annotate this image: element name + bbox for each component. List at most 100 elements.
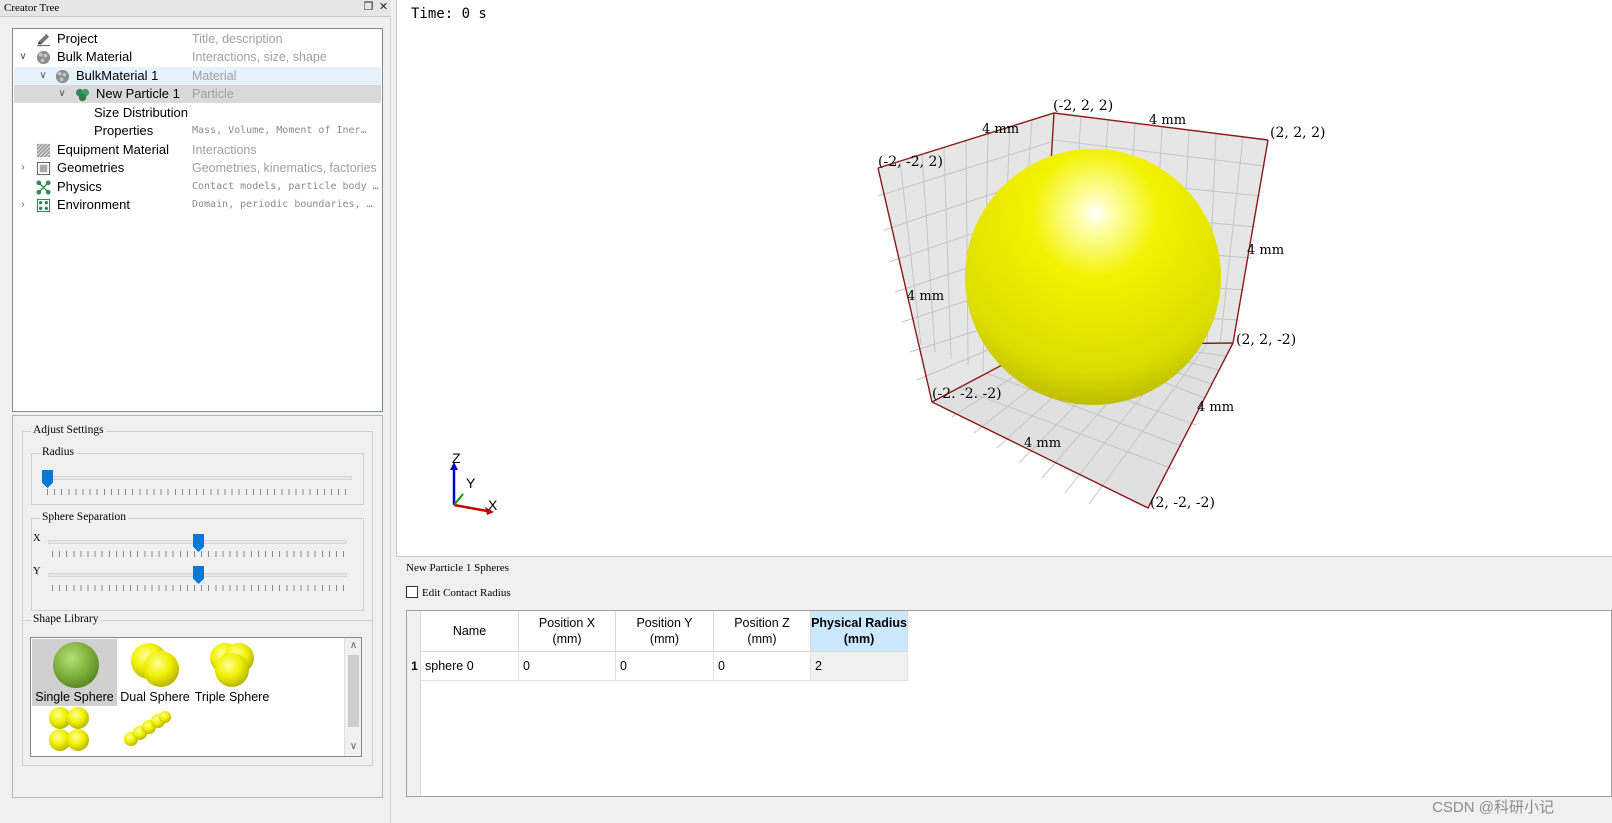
tree-label: New Particle 1 bbox=[96, 86, 180, 101]
tree-desc: Material bbox=[192, 69, 237, 83]
particle-sphere[interactable] bbox=[965, 149, 1221, 405]
row-header-column bbox=[407, 611, 421, 796]
cell-physical-radius[interactable]: 2 bbox=[811, 652, 908, 681]
header-text: Position Z (mm) bbox=[734, 616, 790, 646]
edit-contact-radius-label: Edit Contact Radius bbox=[422, 587, 511, 599]
shape-chain-sphere[interactable] bbox=[118, 706, 192, 756]
bulk-material-icon bbox=[36, 50, 51, 65]
checkbox-box[interactable] bbox=[406, 586, 418, 598]
shape-library-list: Single Sphere Dual Sphere Triple Sphere bbox=[30, 637, 362, 757]
particle-icon bbox=[75, 88, 90, 102]
watermark: CSDN @科研小记 bbox=[1432, 799, 1554, 816]
triple-sphere-icon bbox=[210, 643, 254, 687]
float-dock-button[interactable]: ❐ bbox=[362, 1, 375, 15]
quad-sphere-icon bbox=[49, 707, 89, 751]
scroll-down-icon[interactable]: ∨ bbox=[345, 739, 362, 755]
chevron-down-icon[interactable]: ∨ bbox=[17, 48, 29, 66]
column-header-position-x[interactable]: Position X (mm) bbox=[519, 611, 616, 652]
chevron-down-icon[interactable]: ∨ bbox=[37, 67, 49, 85]
header-text: Physical Radius (mm) bbox=[811, 616, 907, 646]
close-dock-button[interactable]: ✕ bbox=[377, 1, 390, 15]
cell-position-z[interactable]: 0 bbox=[714, 652, 811, 681]
shape-quad-sphere[interactable] bbox=[32, 706, 117, 756]
tree-desc: Geometries, kinematics, factories bbox=[192, 161, 377, 175]
equipment-icon bbox=[36, 143, 51, 158]
radius-group: Radius bbox=[31, 446, 364, 505]
scrollbar-thumb[interactable] bbox=[348, 655, 359, 727]
tree-label: Geometries bbox=[57, 160, 125, 175]
spheres-panel: New Particle 1 Spheres Edit Contact Radi… bbox=[396, 558, 1612, 823]
radius-slider-ticks bbox=[47, 489, 349, 495]
shape-list-scrollbar[interactable]: ∧ ∨ bbox=[344, 638, 361, 756]
environment-icon bbox=[36, 198, 51, 213]
shape-triple-sphere[interactable]: Triple Sphere bbox=[192, 639, 272, 706]
radius-slider-track bbox=[44, 476, 352, 480]
header-text: Name bbox=[452, 624, 487, 638]
tree-item-project[interactable]: Project Title, description bbox=[14, 30, 381, 48]
column-header-position-y[interactable]: Position Y (mm) bbox=[616, 611, 714, 652]
pencil-icon bbox=[36, 33, 51, 47]
dock-title-bar: Creator Tree ❐ ✕ bbox=[0, 0, 391, 17]
creator-tree: Project Title, description ∨ Bulk Materi… bbox=[12, 28, 383, 412]
tree-desc: Title, description bbox=[192, 32, 283, 46]
shape-library-title: Shape Library bbox=[31, 613, 101, 625]
triad-y-label: Y bbox=[466, 475, 476, 491]
tree-label: Properties bbox=[94, 123, 154, 138]
cell-position-x[interactable]: 0 bbox=[519, 652, 616, 681]
tree-label: Equipment Material bbox=[57, 142, 169, 157]
tree-desc: Domain, periodic boundaries, … bbox=[192, 199, 373, 210]
column-header-name[interactable]: Name bbox=[421, 611, 519, 652]
adjust-settings-group: Adjust Settings Radius Sphere Separation… bbox=[22, 424, 373, 621]
tree-desc: Interactions bbox=[192, 143, 257, 157]
tree-label: Bulk Material bbox=[57, 49, 133, 64]
cell-name[interactable]: sphere 0 bbox=[421, 652, 519, 681]
tree-desc: Mass, Volume, Moment of Iner… bbox=[192, 125, 367, 136]
x-slider-handle[interactable] bbox=[193, 534, 204, 552]
corner-label: (2, 2, 2) bbox=[1270, 125, 1326, 141]
y-slider-handle[interactable] bbox=[193, 566, 204, 584]
axis-unit-label: 4 mm bbox=[982, 122, 1020, 137]
scene-svg bbox=[450, 112, 1269, 515]
tree-item-bulk-material[interactable]: ∨ Bulk Material Interactions, size, shap… bbox=[14, 48, 381, 66]
tree-item-geometries[interactable]: › Geometries Geometries, kinematics, fac… bbox=[14, 159, 381, 177]
y-slider-label: Y bbox=[33, 566, 41, 577]
corner-label: (-2. -2. -2) bbox=[932, 386, 1002, 402]
tree-item-new-particle-1[interactable]: ∨ New Particle 1 Particle bbox=[14, 85, 381, 103]
dock-title: Creator Tree bbox=[4, 2, 60, 14]
tree-item-equipment-material[interactable]: Equipment Material Interactions bbox=[14, 141, 381, 159]
radius-slider-handle[interactable] bbox=[42, 470, 53, 488]
tree-desc: Interactions, size, shape bbox=[192, 50, 327, 64]
chevron-down-icon[interactable]: ∨ bbox=[56, 85, 68, 103]
header-text: Position Y (mm) bbox=[636, 616, 693, 646]
edit-contact-radius-checkbox[interactable]: Edit Contact Radius bbox=[406, 586, 511, 602]
tree-desc: Contact models, particle body … bbox=[192, 181, 379, 192]
spheres-table: 1 Name Position X (mm) Position Y (mm) P… bbox=[406, 610, 1612, 797]
radius-title: Radius bbox=[40, 446, 76, 458]
scroll-up-icon[interactable]: ∧ bbox=[345, 638, 362, 654]
triad-z-label: Z bbox=[452, 450, 461, 466]
row-header[interactable]: 1 bbox=[408, 652, 421, 681]
sphere-separation-group: Sphere Separation X Y bbox=[31, 511, 364, 611]
tree-item-properties[interactable]: Properties Mass, Volume, Moment of Iner… bbox=[14, 122, 381, 140]
chevron-right-icon[interactable]: › bbox=[17, 196, 29, 214]
tree-item-size-distribution[interactable]: Size Distribution bbox=[14, 104, 381, 122]
corner-label: (-2, 2, 2) bbox=[1053, 98, 1114, 114]
tree-label: Project bbox=[57, 31, 98, 46]
tree-desc: Particle bbox=[192, 87, 234, 101]
x-slider-label: X bbox=[33, 533, 41, 544]
column-header-position-z[interactable]: Position Z (mm) bbox=[714, 611, 811, 652]
tree-item-physics[interactable]: Physics Contact models, particle body … bbox=[14, 178, 381, 196]
tree-item-bulkmaterial-1[interactable]: ∨ BulkMaterial 1 Material bbox=[14, 67, 381, 85]
tree-label: Size Distribution bbox=[94, 105, 188, 120]
corner-label: (-2, -2, 2) bbox=[878, 154, 943, 170]
3d-viewport[interactable]: Time: 0 s (-2, 2, 2) (2, 2, 2) (-2, -2, … bbox=[396, 0, 1612, 557]
column-header-physical-radius[interactable]: Physical Radius (mm) bbox=[811, 611, 908, 652]
tree-item-environment[interactable]: › Environment Domain, periodic boundarie… bbox=[14, 196, 381, 214]
chevron-right-icon[interactable]: › bbox=[17, 159, 29, 177]
cell-position-y[interactable]: 0 bbox=[616, 652, 714, 681]
shape-dual-sphere[interactable]: Dual Sphere bbox=[118, 639, 192, 706]
shape-single-sphere[interactable]: Single Sphere bbox=[32, 639, 117, 706]
tree-label: BulkMaterial 1 bbox=[76, 68, 159, 83]
tree-label: Physics bbox=[57, 179, 102, 194]
x-slider-ticks bbox=[52, 551, 344, 557]
